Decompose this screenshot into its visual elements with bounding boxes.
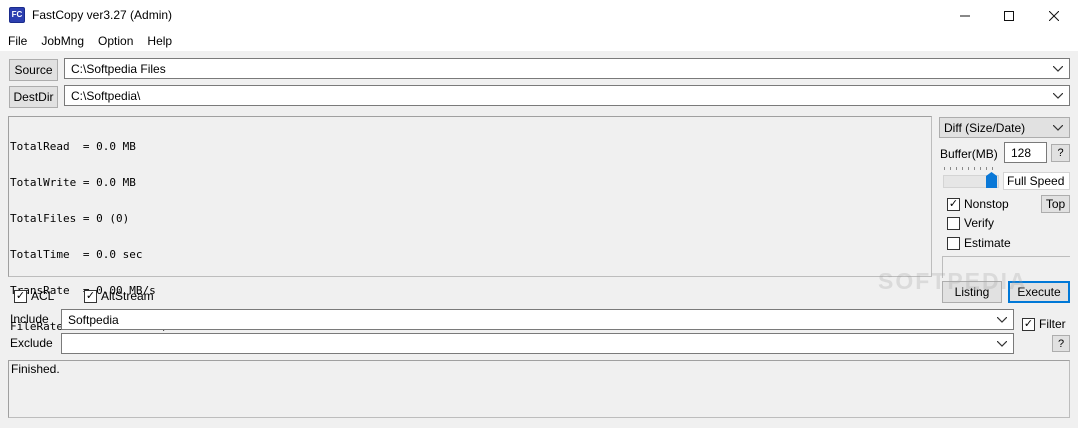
log-panel: Finished. xyxy=(8,360,1070,418)
exclude-filter-combo[interactable] xyxy=(61,333,1014,354)
maximize-icon xyxy=(1004,10,1014,21)
menu-help[interactable]: Help xyxy=(147,31,182,51)
top-button[interactable]: Top xyxy=(1041,195,1070,213)
menu-file[interactable]: File xyxy=(8,31,37,51)
estimate-checkbox[interactable] xyxy=(947,236,960,250)
filter-label: Filter xyxy=(1039,317,1066,331)
watermark: SOFTPEDIA xyxy=(878,268,1028,294)
altstream-checkbox[interactable]: ✓ xyxy=(84,289,97,303)
minimize-button[interactable] xyxy=(942,0,988,31)
filter-checkbox[interactable]: ✓ xyxy=(1022,317,1035,331)
chevron-down-icon[interactable] xyxy=(1053,86,1063,105)
acl-option[interactable]: ✓ ACL xyxy=(14,289,54,303)
altstream-label: AltStream xyxy=(101,289,154,303)
close-button[interactable] xyxy=(1031,0,1077,31)
verify-checkbox[interactable] xyxy=(947,216,960,230)
verify-option[interactable]: Verify xyxy=(947,216,994,230)
stats-panel: TotalRead = 0.0 MB TotalWrite = 0.0 MB T… xyxy=(8,116,932,333)
chevron-down-icon[interactable] xyxy=(1053,118,1063,137)
stat-total-write: TotalWrite = 0.0 MB xyxy=(10,176,136,189)
destdir-path-combo[interactable]: C:\Softpedia\ xyxy=(64,85,1070,106)
menu-bar: File JobMng Option Help xyxy=(0,31,1078,51)
log-text: Finished. xyxy=(11,362,60,376)
include-filter-combo[interactable]: Softpedia xyxy=(61,309,1014,330)
filter-help-button[interactable]: ? xyxy=(1052,335,1070,352)
app-icon: FC xyxy=(9,7,25,23)
speed-label: Full Speed xyxy=(1003,172,1070,190)
close-icon xyxy=(1049,10,1059,21)
estimate-label: Estimate xyxy=(964,236,1011,250)
buffer-help-button[interactable]: ? xyxy=(1051,144,1070,162)
acl-label: ACL xyxy=(31,289,55,303)
filter-option[interactable]: ✓ Filter xyxy=(1022,317,1066,331)
copy-mode-select[interactable]: Diff (Size/Date) xyxy=(939,117,1070,138)
source-path-combo[interactable]: C:\Softpedia Files xyxy=(64,58,1070,79)
nonstop-label: Nonstop xyxy=(964,197,1009,211)
nonstop-checkbox[interactable]: ✓ xyxy=(947,197,960,211)
maximize-button[interactable] xyxy=(986,0,1032,31)
speed-slider-ticks xyxy=(944,167,998,170)
destdir-button[interactable]: DestDir xyxy=(9,86,58,108)
chevron-down-icon[interactable] xyxy=(997,334,1007,353)
altstream-option[interactable]: ✓ AltStream xyxy=(84,289,154,303)
include-filter-value: Softpedia xyxy=(68,312,119,327)
stat-total-files: TotalFiles = 0 (0) xyxy=(10,212,130,225)
acl-checkbox[interactable]: ✓ xyxy=(14,289,27,303)
exclude-label: Exclude xyxy=(10,336,53,350)
window-title: FastCopy ver3.27 (Admin) xyxy=(32,8,173,22)
stat-total-time: TotalTime = 0.0 sec xyxy=(10,248,143,261)
source-path-value: C:\Softpedia Files xyxy=(71,61,166,76)
menu-option[interactable]: Option xyxy=(98,31,143,51)
buffer-label: Buffer(MB) xyxy=(940,147,998,161)
include-label: Include xyxy=(10,312,49,326)
copy-mode-value: Diff (Size/Date) xyxy=(944,120,1026,135)
menu-jobmng[interactable]: JobMng xyxy=(41,31,94,51)
minimize-icon xyxy=(960,15,970,16)
chevron-down-icon[interactable] xyxy=(997,310,1007,329)
destdir-path-value: C:\Softpedia\ xyxy=(71,88,141,103)
source-button[interactable]: Source xyxy=(9,59,58,81)
nonstop-option[interactable]: ✓ Nonstop xyxy=(947,197,1009,211)
estimate-option[interactable]: Estimate xyxy=(947,236,1011,250)
stat-total-read: TotalRead = 0.0 MB xyxy=(10,140,136,153)
verify-label: Verify xyxy=(964,216,995,230)
buffer-size-input[interactable]: 128 xyxy=(1004,142,1047,163)
chevron-down-icon[interactable] xyxy=(1053,59,1063,78)
